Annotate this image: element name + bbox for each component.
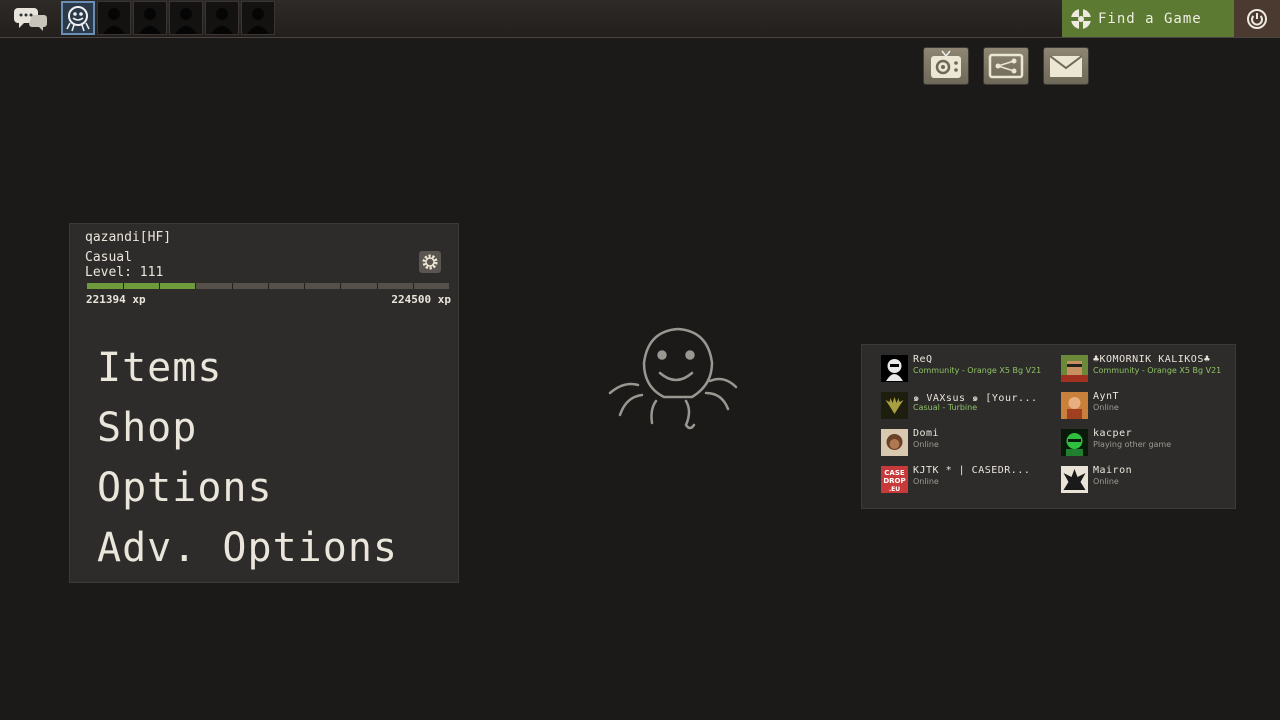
xp-progress-bar <box>87 283 449 289</box>
xp-tick <box>340 283 341 289</box>
friend-entry[interactable]: CASE DROP .EU KJTK * | CASEDR... Online <box>881 465 1059 496</box>
friend-entry[interactable]: ๑ VAXsus ๑ [Your... Casual - Turbine <box>881 392 1059 422</box>
xp-tick <box>195 283 196 289</box>
friend-name: KJTK * | CASEDR... <box>913 465 1031 476</box>
svg-text:DROP: DROP <box>883 477 905 485</box>
party-slot-empty[interactable] <box>205 1 239 35</box>
xp-tick <box>377 283 378 289</box>
friend-avatar <box>1061 466 1088 493</box>
xp-tick <box>413 283 414 289</box>
find-game-button[interactable]: Find a Game <box>1062 0 1234 37</box>
friend-status: Online <box>1093 403 1119 412</box>
friend-status: Community - Orange X5 Bg V21 <box>913 366 1042 375</box>
menu-options[interactable]: Options <box>97 458 398 518</box>
profile-panel: qazandi[HF] Casual Level: 111 221394 xp … <box>69 223 459 583</box>
octopus-mascot-icon <box>604 325 740 435</box>
friend-avatar <box>1061 355 1088 382</box>
find-game-label: Find a Game <box>1098 10 1202 27</box>
friend-status: Online <box>1093 477 1119 486</box>
power-icon <box>1247 8 1267 29</box>
xp-next-level: 224500 xp <box>391 293 451 306</box>
friend-status: Playing other game <box>1093 440 1172 449</box>
party-slot-empty[interactable] <box>97 1 131 35</box>
friend-status: Casual - Turbine <box>913 403 978 412</box>
player-name: qazandi[HF] <box>85 230 172 245</box>
friend-status: Community - Orange X5 Bg V21 <box>1093 366 1222 375</box>
friend-name: ReQ <box>913 354 933 365</box>
game-mode: Casual <box>85 250 132 265</box>
friend-avatar <box>881 392 908 419</box>
friends-list-panel: ReQ Community - Orange X5 Bg V21 ♣KOMORN… <box>861 344 1236 509</box>
friend-entry[interactable]: ReQ Community - Orange X5 Bg V21 <box>881 354 1059 385</box>
friend-name: AynT <box>1093 391 1120 402</box>
friend-avatar <box>1061 392 1088 419</box>
player-level: Level: 111 <box>85 265 164 280</box>
chat-bubbles-icon[interactable] <box>8 3 52 33</box>
friend-entry[interactable]: Domi Online <box>881 428 1059 459</box>
xp-current: 221394 xp <box>86 293 146 306</box>
power-button[interactable] <box>1234 0 1280 37</box>
menu-items[interactable]: Items <box>97 338 398 398</box>
party-slot-empty[interactable] <box>241 1 275 35</box>
party-slot-self[interactable] <box>61 1 95 35</box>
svg-text:.EU: .EU <box>889 486 900 493</box>
friend-status: Online <box>913 477 939 486</box>
main-menu: Items Shop Options Adv. Options <box>97 338 398 578</box>
friend-avatar <box>1061 429 1088 456</box>
xp-tick <box>123 283 124 289</box>
friend-name: kacper <box>1093 428 1133 439</box>
friend-entry[interactable]: kacper Playing other game <box>1061 428 1239 459</box>
friend-avatar: CASE DROP .EU <box>881 466 908 493</box>
workshop-icon[interactable] <box>983 47 1029 85</box>
settings-gear-icon[interactable] <box>419 251 441 273</box>
friend-entry[interactable]: Mairon Online <box>1061 465 1239 496</box>
friend-name: Mairon <box>1093 465 1133 476</box>
friend-status: Online <box>913 440 939 449</box>
xp-progress-fill <box>87 283 196 289</box>
top-bar: Find a Game <box>0 0 1280 38</box>
party-slot-empty[interactable] <box>133 1 167 35</box>
friend-avatar <box>881 355 908 382</box>
xp-tick <box>232 283 233 289</box>
xp-tick <box>304 283 305 289</box>
tv-icon[interactable] <box>923 47 969 85</box>
team-logo-icon <box>1071 8 1091 29</box>
menu-shop[interactable]: Shop <box>97 398 398 458</box>
mail-icon[interactable] <box>1043 47 1089 85</box>
menu-adv-options[interactable]: Adv. Options <box>97 518 398 578</box>
friend-name: Domi <box>913 428 940 439</box>
friend-entry[interactable]: ♣KOMORNIK KALIKOS♣ Community - Orange X5… <box>1061 354 1239 385</box>
friend-avatar <box>881 429 908 456</box>
svg-text:CASE: CASE <box>884 469 905 477</box>
friend-entry[interactable]: AynT Online <box>1061 391 1239 422</box>
party-slot-empty[interactable] <box>169 1 203 35</box>
friend-name: ♣KOMORNIK KALIKOS♣ <box>1093 354 1211 365</box>
xp-tick <box>268 283 269 289</box>
xp-tick <box>159 283 160 289</box>
